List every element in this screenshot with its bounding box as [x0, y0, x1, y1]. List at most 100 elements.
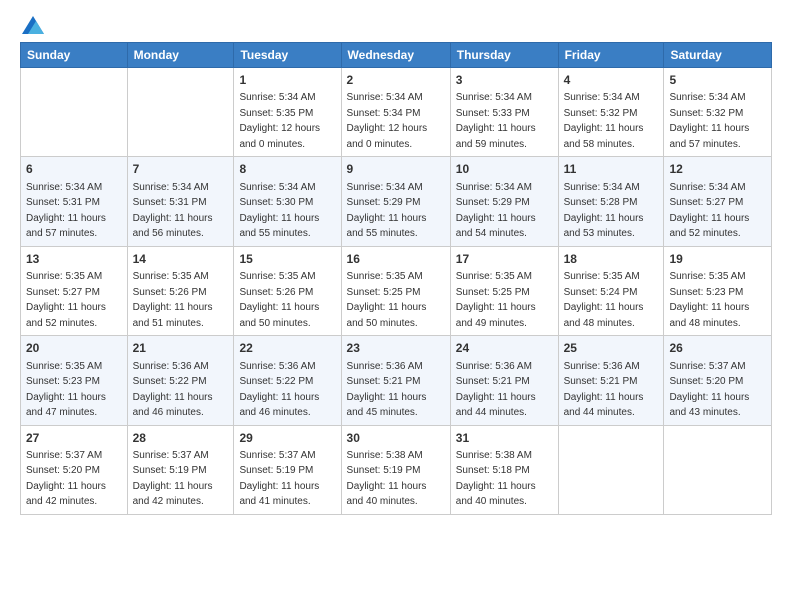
day-info: Sunrise: 5:34 AM Sunset: 5:28 PM Dayligh… — [564, 182, 644, 240]
day-cell: 12 Sunrise: 5:34 AM Sunset: 5:27 PM Dayli… — [664, 157, 772, 246]
day-cell: 1 Sunrise: 5:34 AM Sunset: 5:35 PM Daylig… — [234, 68, 341, 157]
day-number: 17 — [456, 251, 553, 268]
day-info: Sunrise: 5:34 AM Sunset: 5:33 PM Dayligh… — [456, 92, 536, 150]
day-cell: 5 Sunrise: 5:34 AM Sunset: 5:32 PM Daylig… — [664, 68, 772, 157]
day-info: Sunrise: 5:34 AM Sunset: 5:29 PM Dayligh… — [456, 182, 536, 240]
day-info: Sunrise: 5:34 AM Sunset: 5:35 PM Dayligh… — [239, 92, 320, 150]
day-cell: 14Sunrise: 5:35 AM Sunset: 5:26 PM Dayli… — [127, 246, 234, 335]
day-number: 6 — [26, 161, 122, 178]
logo — [20, 16, 44, 34]
day-cell: 17 Sunrise: 5:35 AM Sunset: 5:25 PM Dayli… — [450, 246, 558, 335]
day-info: Sunrise: 5:34 AM Sunset: 5:27 PM Dayligh… — [669, 182, 749, 240]
day-number: 28 — [133, 430, 229, 447]
day-cell: 22Sunrise: 5:36 AM Sunset: 5:22 PM Dayli… — [234, 336, 341, 425]
day-cell: 24Sunrise: 5:36 AM Sunset: 5:21 PM Dayli… — [450, 336, 558, 425]
day-info: Sunrise: 5:36 AM Sunset: 5:21 PM Dayligh… — [456, 361, 536, 419]
day-number: 30 — [347, 430, 445, 447]
day-number: 18 — [564, 251, 659, 268]
day-number: 21 — [133, 340, 229, 357]
header-cell-tuesday: Tuesday — [234, 43, 341, 68]
day-info: Sunrise: 5:35 AM Sunset: 5:26 PM Dayligh… — [133, 271, 213, 329]
day-number: 19 — [669, 251, 766, 268]
day-info: Sunrise: 5:35 AM Sunset: 5:25 PM Dayligh… — [456, 271, 536, 329]
day-info: Sunrise: 5:38 AM Sunset: 5:18 PM Dayligh… — [456, 450, 536, 508]
day-info: Sunrise: 5:34 AM Sunset: 5:32 PM Dayligh… — [564, 92, 644, 150]
day-number: 8 — [239, 161, 335, 178]
day-cell — [664, 425, 772, 514]
day-number: 10 — [456, 161, 553, 178]
day-cell: 11 Sunrise: 5:34 AM Sunset: 5:28 PM Dayli… — [558, 157, 664, 246]
day-info: Sunrise: 5:36 AM Sunset: 5:22 PM Dayligh… — [239, 361, 319, 419]
day-info: Sunrise: 5:35 AM Sunset: 5:26 PM Dayligh… — [239, 271, 319, 329]
day-cell — [21, 68, 128, 157]
day-info: Sunrise: 5:34 AM Sunset: 5:34 PM Dayligh… — [347, 92, 428, 150]
calendar-table: SundayMondayTuesdayWednesdayThursdayFrid… — [20, 42, 772, 515]
week-row-4: 20 Sunrise: 5:35 AM Sunset: 5:23 PM Dayli… — [21, 336, 772, 425]
day-cell: 7Sunrise: 5:34 AM Sunset: 5:31 PM Daylig… — [127, 157, 234, 246]
day-number: 16 — [347, 251, 445, 268]
day-cell: 31 Sunrise: 5:38 AM Sunset: 5:18 PM Dayli… — [450, 425, 558, 514]
day-cell: 20 Sunrise: 5:35 AM Sunset: 5:23 PM Dayli… — [21, 336, 128, 425]
day-info: Sunrise: 5:34 AM Sunset: 5:31 PM Dayligh… — [133, 182, 213, 240]
day-cell: 23 Sunrise: 5:36 AM Sunset: 5:21 PM Dayli… — [341, 336, 450, 425]
day-cell: 19 Sunrise: 5:35 AM Sunset: 5:23 PM Dayli… — [664, 246, 772, 335]
day-cell: 28 Sunrise: 5:37 AM Sunset: 5:19 PM Dayli… — [127, 425, 234, 514]
day-cell: 29 Sunrise: 5:37 AM Sunset: 5:19 PM Dayli… — [234, 425, 341, 514]
day-number: 1 — [239, 72, 335, 89]
day-cell: 30 Sunrise: 5:38 AM Sunset: 5:19 PM Dayli… — [341, 425, 450, 514]
day-info: Sunrise: 5:34 AM Sunset: 5:31 PM Dayligh… — [26, 182, 106, 240]
day-info: Sunrise: 5:37 AM Sunset: 5:19 PM Dayligh… — [239, 450, 319, 508]
day-number: 26 — [669, 340, 766, 357]
day-cell: 13 Sunrise: 5:35 AM Sunset: 5:27 PM Dayli… — [21, 246, 128, 335]
day-cell: 18 Sunrise: 5:35 AM Sunset: 5:24 PM Dayli… — [558, 246, 664, 335]
day-info: Sunrise: 5:35 AM Sunset: 5:24 PM Dayligh… — [564, 271, 644, 329]
day-number: 23 — [347, 340, 445, 357]
header-cell-wednesday: Wednesday — [341, 43, 450, 68]
day-number: 29 — [239, 430, 335, 447]
day-cell: 9Sunrise: 5:34 AM Sunset: 5:29 PM Daylig… — [341, 157, 450, 246]
day-cell: 21Sunrise: 5:36 AM Sunset: 5:22 PM Dayli… — [127, 336, 234, 425]
day-number: 12 — [669, 161, 766, 178]
day-cell: 26 Sunrise: 5:37 AM Sunset: 5:20 PM Dayli… — [664, 336, 772, 425]
day-info: Sunrise: 5:35 AM Sunset: 5:25 PM Dayligh… — [347, 271, 427, 329]
day-number: 31 — [456, 430, 553, 447]
header-cell-sunday: Sunday — [21, 43, 128, 68]
day-info: Sunrise: 5:35 AM Sunset: 5:23 PM Dayligh… — [26, 361, 106, 419]
day-info: Sunrise: 5:34 AM Sunset: 5:29 PM Dayligh… — [347, 182, 427, 240]
day-number: 3 — [456, 72, 553, 89]
day-number: 2 — [347, 72, 445, 89]
day-cell: 27 Sunrise: 5:37 AM Sunset: 5:20 PM Dayli… — [21, 425, 128, 514]
day-cell: 2 Sunrise: 5:34 AM Sunset: 5:34 PM Daylig… — [341, 68, 450, 157]
day-info: Sunrise: 5:35 AM Sunset: 5:23 PM Dayligh… — [669, 271, 749, 329]
day-number: 15 — [239, 251, 335, 268]
day-number: 5 — [669, 72, 766, 89]
week-row-3: 13 Sunrise: 5:35 AM Sunset: 5:27 PM Dayli… — [21, 246, 772, 335]
day-info: Sunrise: 5:35 AM Sunset: 5:27 PM Dayligh… — [26, 271, 106, 329]
week-row-5: 27 Sunrise: 5:37 AM Sunset: 5:20 PM Dayli… — [21, 425, 772, 514]
day-number: 11 — [564, 161, 659, 178]
day-cell: 25Sunrise: 5:36 AM Sunset: 5:21 PM Dayli… — [558, 336, 664, 425]
day-cell: 16 Sunrise: 5:35 AM Sunset: 5:25 PM Dayli… — [341, 246, 450, 335]
day-cell: 8 Sunrise: 5:34 AM Sunset: 5:30 PM Daylig… — [234, 157, 341, 246]
header-cell-thursday: Thursday — [450, 43, 558, 68]
week-row-1: 1 Sunrise: 5:34 AM Sunset: 5:35 PM Daylig… — [21, 68, 772, 157]
day-info: Sunrise: 5:34 AM Sunset: 5:32 PM Dayligh… — [669, 92, 749, 150]
day-number: 20 — [26, 340, 122, 357]
day-cell: 15 Sunrise: 5:35 AM Sunset: 5:26 PM Dayli… — [234, 246, 341, 335]
header-row: SundayMondayTuesdayWednesdayThursdayFrid… — [21, 43, 772, 68]
day-cell: 10 Sunrise: 5:34 AM Sunset: 5:29 PM Dayli… — [450, 157, 558, 246]
day-cell: 4Sunrise: 5:34 AM Sunset: 5:32 PM Daylig… — [558, 68, 664, 157]
day-info: Sunrise: 5:37 AM Sunset: 5:19 PM Dayligh… — [133, 450, 213, 508]
day-info: Sunrise: 5:37 AM Sunset: 5:20 PM Dayligh… — [669, 361, 749, 419]
day-info: Sunrise: 5:34 AM Sunset: 5:30 PM Dayligh… — [239, 182, 319, 240]
day-info: Sunrise: 5:36 AM Sunset: 5:21 PM Dayligh… — [347, 361, 427, 419]
day-info: Sunrise: 5:38 AM Sunset: 5:19 PM Dayligh… — [347, 450, 427, 508]
day-number: 13 — [26, 251, 122, 268]
day-cell — [127, 68, 234, 157]
week-row-2: 6 Sunrise: 5:34 AM Sunset: 5:31 PM Daylig… — [21, 157, 772, 246]
header-cell-friday: Friday — [558, 43, 664, 68]
day-number: 27 — [26, 430, 122, 447]
day-cell — [558, 425, 664, 514]
day-info: Sunrise: 5:37 AM Sunset: 5:20 PM Dayligh… — [26, 450, 106, 508]
header-cell-monday: Monday — [127, 43, 234, 68]
